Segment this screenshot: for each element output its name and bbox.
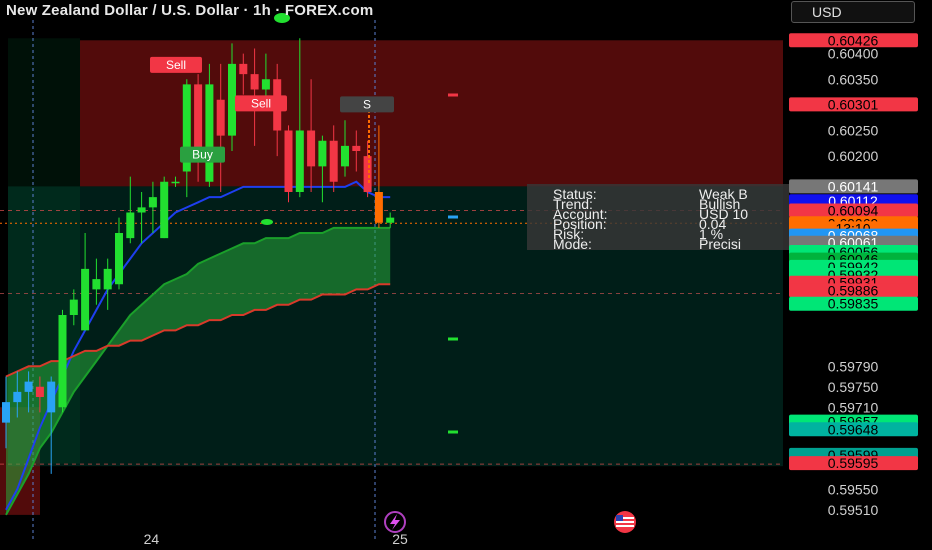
price-tick-9: 0.59510 [828, 502, 879, 518]
candle-body-12 [137, 207, 146, 213]
currency-button[interactable]: USD [791, 1, 915, 23]
time-tick-1: 25 [392, 531, 408, 547]
candle-body-11 [126, 212, 135, 239]
level-marker-2 [448, 337, 458, 341]
bottom-icons [384, 511, 636, 533]
signal-label-2: Buy [192, 148, 213, 162]
candle-body-25 [284, 130, 293, 192]
candle-body-10 [115, 233, 123, 285]
candle-body-30 [341, 145, 349, 167]
candle-body-33 [374, 192, 383, 223]
candle-body-26 [295, 130, 304, 192]
price-label-19: 0.59595 [828, 455, 879, 471]
candle-body-15 [171, 181, 180, 184]
lightning-icon [384, 511, 406, 533]
candle-body-28 [318, 140, 327, 167]
signal-label-0: Sell [166, 58, 186, 72]
candle-body-31 [352, 145, 361, 151]
price-label-2: 0.60141 [828, 178, 879, 194]
candle-body-21 [239, 63, 248, 75]
candle-body-18 [205, 84, 214, 182]
candle-body-3 [35, 386, 44, 397]
candle-body-4 [47, 381, 56, 413]
candle-body-19 [216, 99, 225, 136]
price-tick-1: 0.60350 [828, 71, 879, 87]
price-label-1: 0.60301 [828, 96, 879, 112]
price-tick-2: 0.60250 [828, 123, 879, 139]
candle-body-8 [92, 279, 101, 290]
candle-body-34 [386, 217, 395, 223]
price-label-0: 0.60426 [828, 32, 879, 48]
price-axis: 0.604000.603500.602500.602000.597900.597… [783, 0, 932, 550]
status-panel: Status: Weak B Trend: Bullish Account: U… [527, 184, 789, 250]
candle-body-6 [69, 299, 78, 315]
candle-body-14 [160, 181, 169, 239]
time-axis: 24 25 [144, 531, 408, 547]
price-label-15: 0.59835 [828, 296, 879, 312]
candle-body-27 [307, 130, 316, 167]
candle-body-32 [363, 156, 372, 192]
chart-title: New Zealand Dollar / U.S. Dollar · 1h · … [6, 2, 374, 19]
level-marker-0 [448, 93, 458, 97]
candle-body-22 [250, 74, 259, 90]
price-tick-4: 0.59790 [828, 358, 879, 374]
candle-body-0 [2, 402, 10, 423]
candle-body-23 [261, 79, 270, 90]
candle-body-2 [24, 381, 33, 392]
level-marker-3 [448, 430, 458, 434]
mode-label: Mode: [553, 236, 592, 250]
price-tick-3: 0.60200 [828, 148, 879, 164]
candle-body-20 [228, 63, 236, 136]
price-tick-5: 0.59750 [828, 379, 879, 395]
candle-body-5 [58, 315, 67, 408]
candle-body-29 [329, 140, 338, 182]
time-tick-0: 24 [144, 531, 160, 547]
candle-body-1 [13, 391, 22, 403]
candle-body-7 [81, 268, 90, 331]
price-chart[interactable]: SellSellBuyS 0.604000.603500.602500.6020… [0, 0, 932, 550]
price-tick-8: 0.59550 [828, 481, 879, 497]
level-marker-1 [448, 215, 458, 219]
candle-body-9 [103, 268, 112, 290]
candle-body-13 [148, 197, 157, 208]
signal-label-1: Sell [251, 96, 271, 110]
signal-label-3: S [363, 97, 371, 111]
us-flag-icon [614, 511, 636, 533]
price-label-17: 0.59648 [828, 421, 879, 437]
mode-value: Precisi [699, 236, 742, 250]
buy-dot [261, 219, 273, 225]
